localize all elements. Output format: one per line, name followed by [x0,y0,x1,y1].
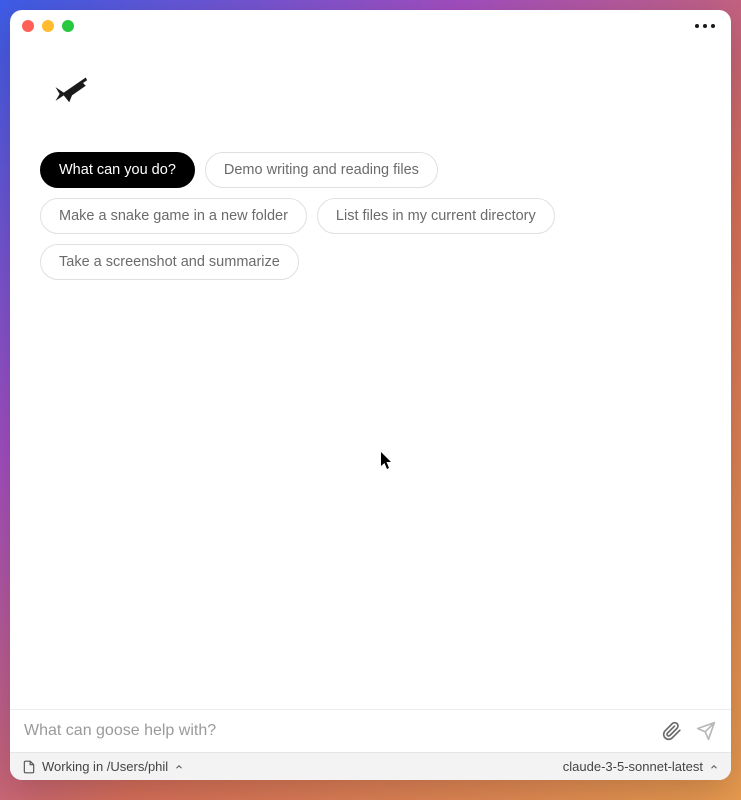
close-window-button[interactable] [22,20,34,32]
working-dir-selector[interactable]: Working in /Users/phil [22,759,184,774]
prompt-input[interactable] [24,722,651,740]
window-controls [22,20,74,32]
send-icon [696,721,716,741]
chevron-up-icon [709,762,719,772]
input-actions [661,720,717,742]
suggestion-chip[interactable]: Demo writing and reading files [205,152,438,188]
suggestion-chip[interactable]: Make a snake game in a new folder [40,198,307,234]
chevron-up-icon [174,762,184,772]
dot-icon [695,24,699,28]
dot-icon [703,24,707,28]
main-content: What can you do? Demo writing and readin… [10,42,731,709]
titlebar [10,10,731,42]
status-bar: Working in /Users/phil claude-3-5-sonnet… [10,752,731,780]
suggestion-chip[interactable]: List files in my current directory [317,198,555,234]
working-dir-label: Working in /Users/phil [42,759,168,774]
goose-logo-icon [50,72,94,116]
send-button[interactable] [695,720,717,742]
dot-icon [711,24,715,28]
suggestion-chip[interactable]: What can you do? [40,152,195,188]
paperclip-icon [662,721,682,741]
app-window: What can you do? Demo writing and readin… [10,10,731,780]
chat-area [40,300,701,699]
input-bar [10,709,731,752]
suggestion-chip[interactable]: Take a screenshot and summarize [40,244,299,280]
suggestion-chips: What can you do? Demo writing and readin… [40,152,701,280]
minimize-window-button[interactable] [42,20,54,32]
model-label: claude-3-5-sonnet-latest [563,759,703,774]
attach-button[interactable] [661,720,683,742]
document-icon [22,760,36,774]
mouse-cursor-icon [380,452,394,470]
model-selector[interactable]: claude-3-5-sonnet-latest [563,759,719,774]
maximize-window-button[interactable] [62,20,74,32]
more-menu-button[interactable] [691,20,719,32]
